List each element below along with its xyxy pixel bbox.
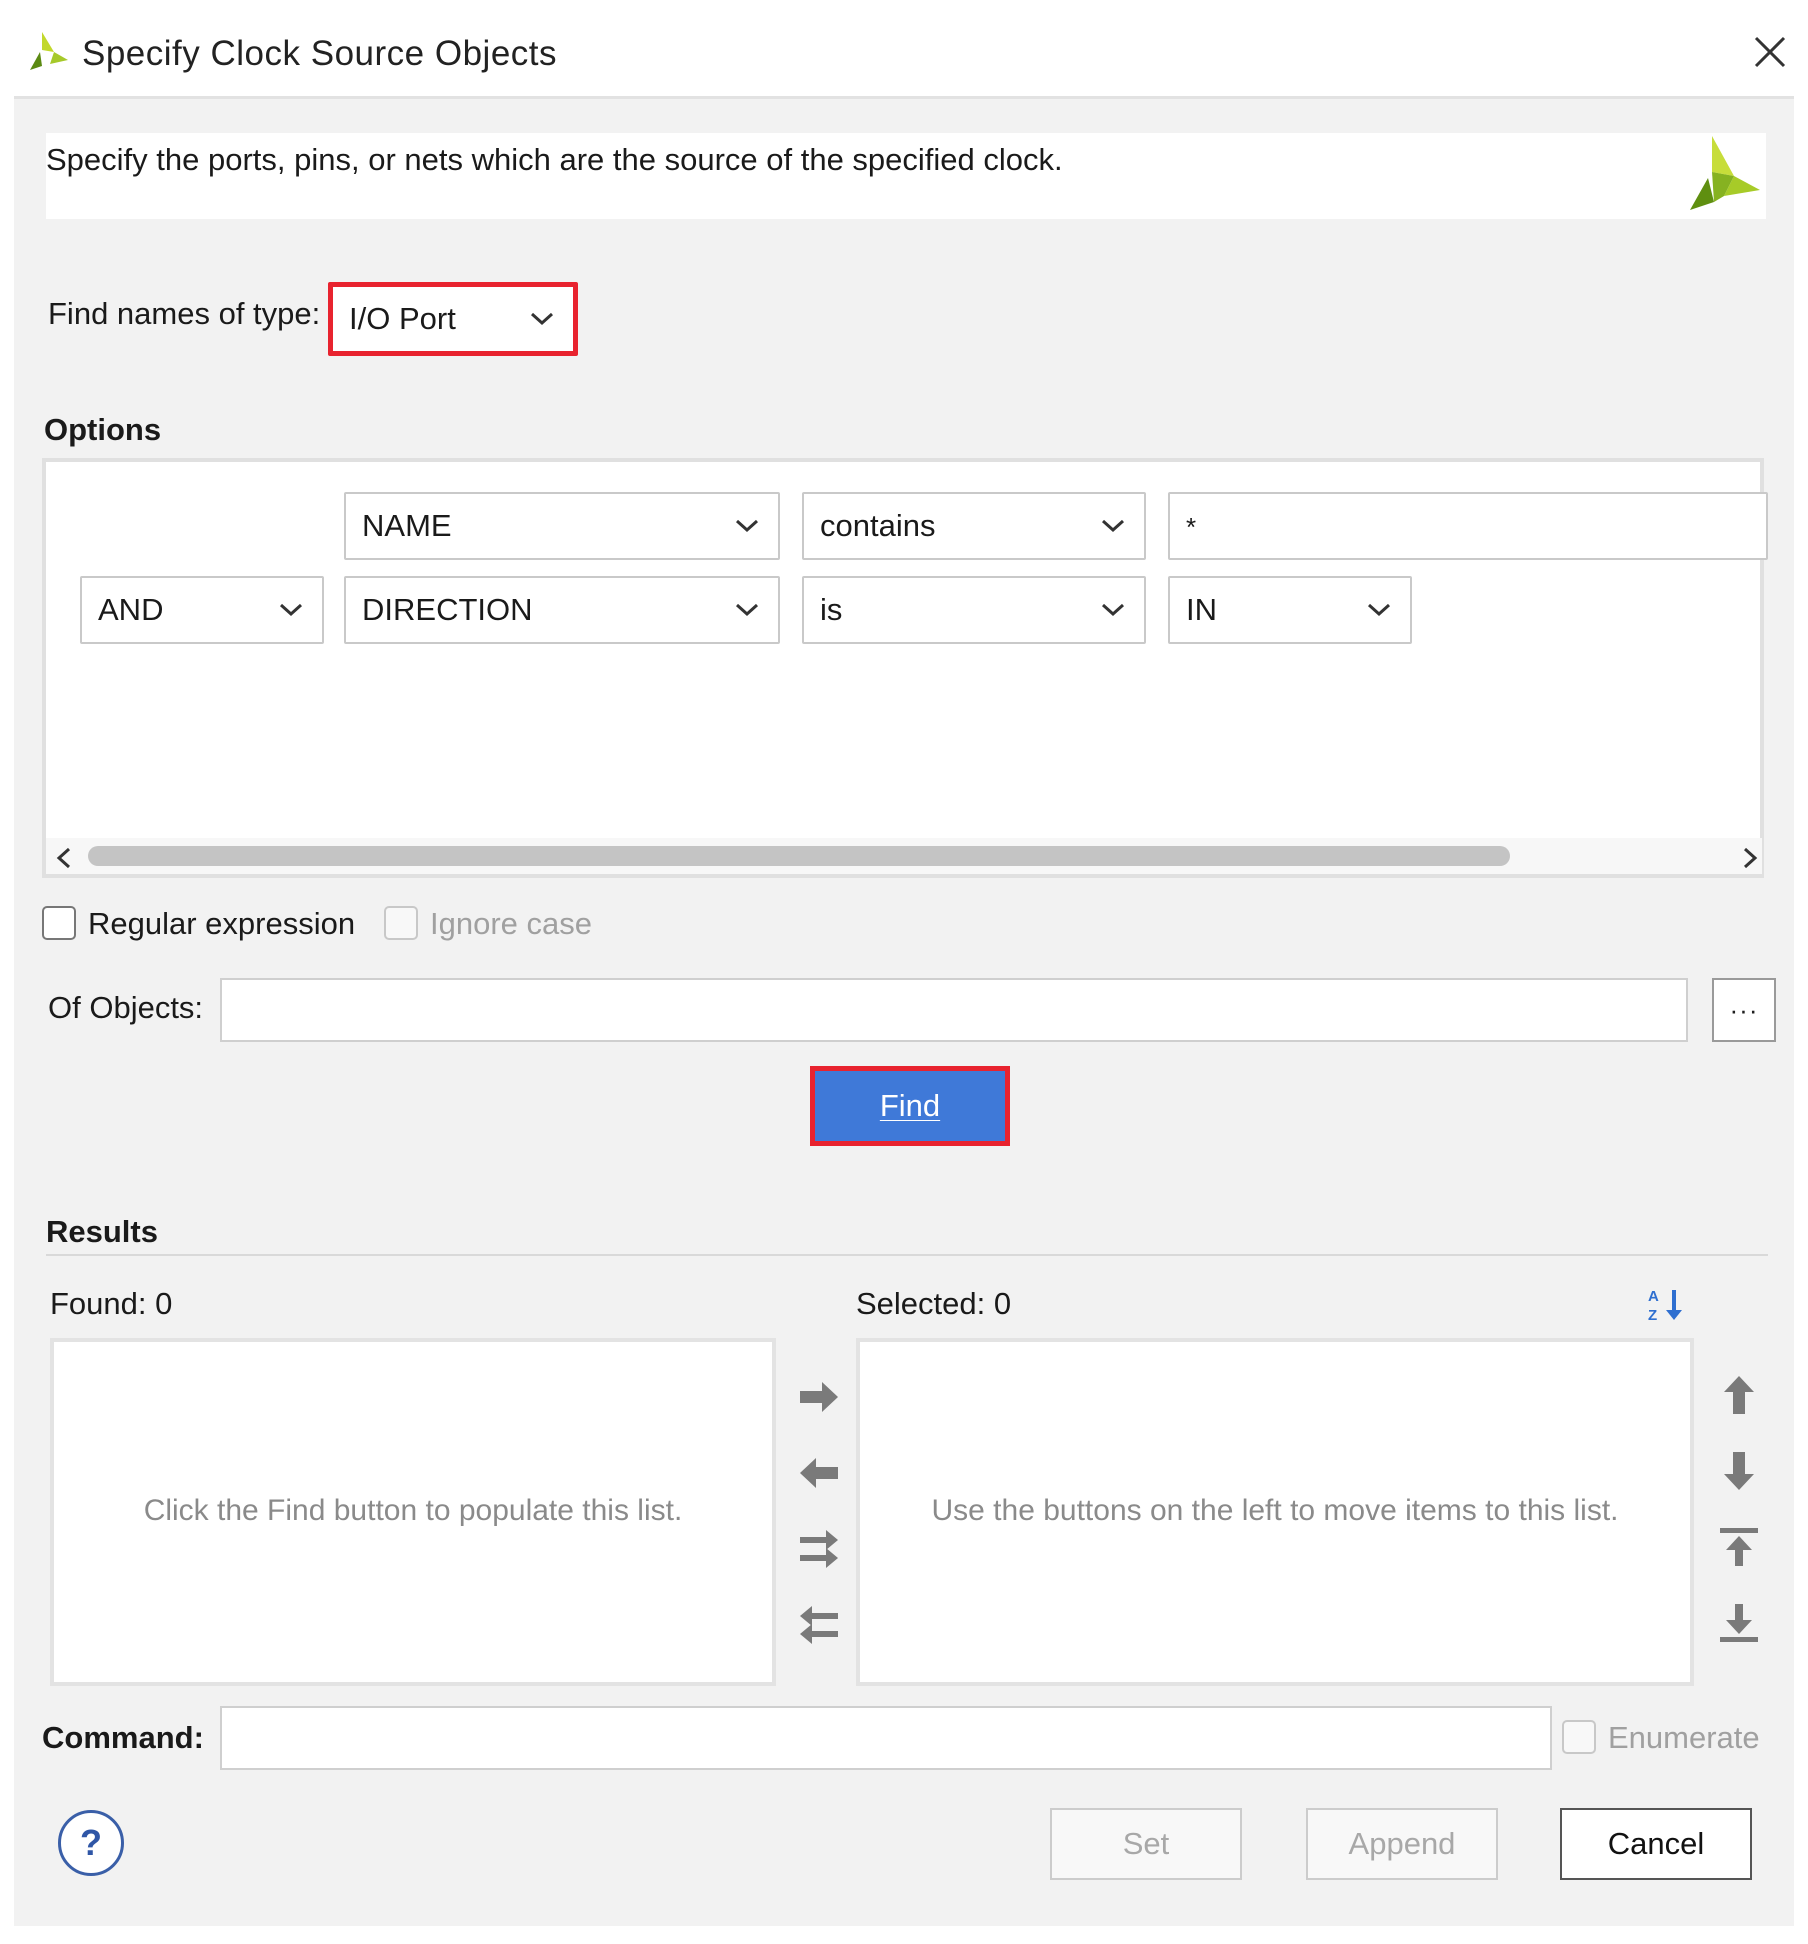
move-to-top-icon[interactable] [1716,1524,1762,1570]
command-label: Command: [42,1720,204,1755]
help-icon: ? [80,1822,102,1863]
move-down-icon[interactable] [1716,1448,1762,1494]
svg-text:A: A [1648,1288,1659,1305]
chevron-down-icon [735,519,759,533]
enumerate-checkbox[interactable] [1562,1720,1596,1754]
set-button-label: Set [1122,1826,1170,1861]
row2-logic-value: AND [98,592,164,627]
close-icon[interactable] [1748,30,1792,74]
of-objects-input[interactable] [220,978,1688,1042]
find-type-label: Find names of type: [48,296,321,331]
command-input[interactable] [220,1706,1552,1770]
chevron-down-icon [735,603,759,617]
sort-az-icon[interactable]: A Z [1646,1284,1686,1324]
enumerate-label: Enumerate [1608,1720,1760,1755]
vivado-logo-icon [1690,136,1760,210]
move-all-left-icon[interactable] [796,1602,842,1648]
row2-logic-select[interactable]: AND [80,576,324,644]
move-right-icon[interactable] [796,1374,842,1420]
scroll-left-icon[interactable] [54,846,74,870]
row1-operator-value: contains [820,508,936,543]
ignore-case-label: Ignore case [430,906,592,941]
append-button-label: Append [1348,1826,1456,1861]
row2-value-select[interactable]: IN [1168,576,1412,644]
window-title: Specify Clock Source Objects [82,34,558,73]
found-list-hint: Click the Find button to populate this l… [143,1494,683,1527]
of-objects-browse-button[interactable]: ··· [1712,978,1776,1042]
set-button[interactable]: Set [1050,1808,1242,1880]
row2-operator-value: is [820,592,843,627]
row2-operator-select[interactable]: is [802,576,1146,644]
selected-list-hint: Use the buttons on the left to move item… [931,1494,1619,1527]
results-separator [46,1254,1768,1256]
selected-count: Selected: 0 [856,1286,1012,1321]
row1-field-value: NAME [362,508,452,543]
find-button[interactable]: Find [815,1071,1005,1141]
row2-value-value: IN [1186,592,1217,627]
scroll-right-icon[interactable] [1740,846,1760,870]
browse-label: ··· [1729,994,1759,1025]
row2-field-select[interactable]: DIRECTION [344,576,780,644]
chevron-down-icon [1367,603,1391,617]
row1-value-text: * [1186,512,1197,542]
cancel-button-label: Cancel [1607,1826,1705,1861]
chevron-down-icon [530,312,554,326]
chevron-down-icon [1101,603,1125,617]
regular-expression-label: Regular expression [88,906,356,941]
row1-operator-select[interactable]: contains [802,492,1146,560]
find-type-select[interactable]: I/O Port [328,282,578,356]
row1-field-select[interactable]: NAME [344,492,780,560]
append-button[interactable]: Append [1306,1808,1498,1880]
move-left-icon[interactable] [796,1450,842,1496]
ignore-case-checkbox[interactable] [384,906,418,940]
find-button-label: Find [879,1088,941,1123]
app-logo-icon [30,32,68,70]
chevron-down-icon [279,603,303,617]
found-count: Found: 0 [50,1286,173,1321]
move-to-bottom-icon[interactable] [1716,1600,1762,1646]
scrollbar-thumb[interactable] [88,846,1510,866]
svg-text:Z: Z [1648,1307,1657,1324]
results-heading: Results [46,1214,158,1249]
move-all-right-icon[interactable] [796,1526,842,1572]
options-heading: Options [44,412,162,447]
description-text: Specify the ports, pins, or nets which a… [46,142,1063,177]
regular-expression-checkbox[interactable] [42,906,76,940]
cancel-button[interactable]: Cancel [1560,1808,1752,1880]
of-objects-label: Of Objects: [48,990,204,1025]
row1-value-input[interactable]: * [1168,492,1768,560]
move-up-icon[interactable] [1716,1372,1762,1418]
find-type-value: I/O Port [349,301,456,336]
help-button[interactable]: ? [58,1810,124,1876]
row2-field-value: DIRECTION [362,592,533,627]
chevron-down-icon [1101,519,1125,533]
